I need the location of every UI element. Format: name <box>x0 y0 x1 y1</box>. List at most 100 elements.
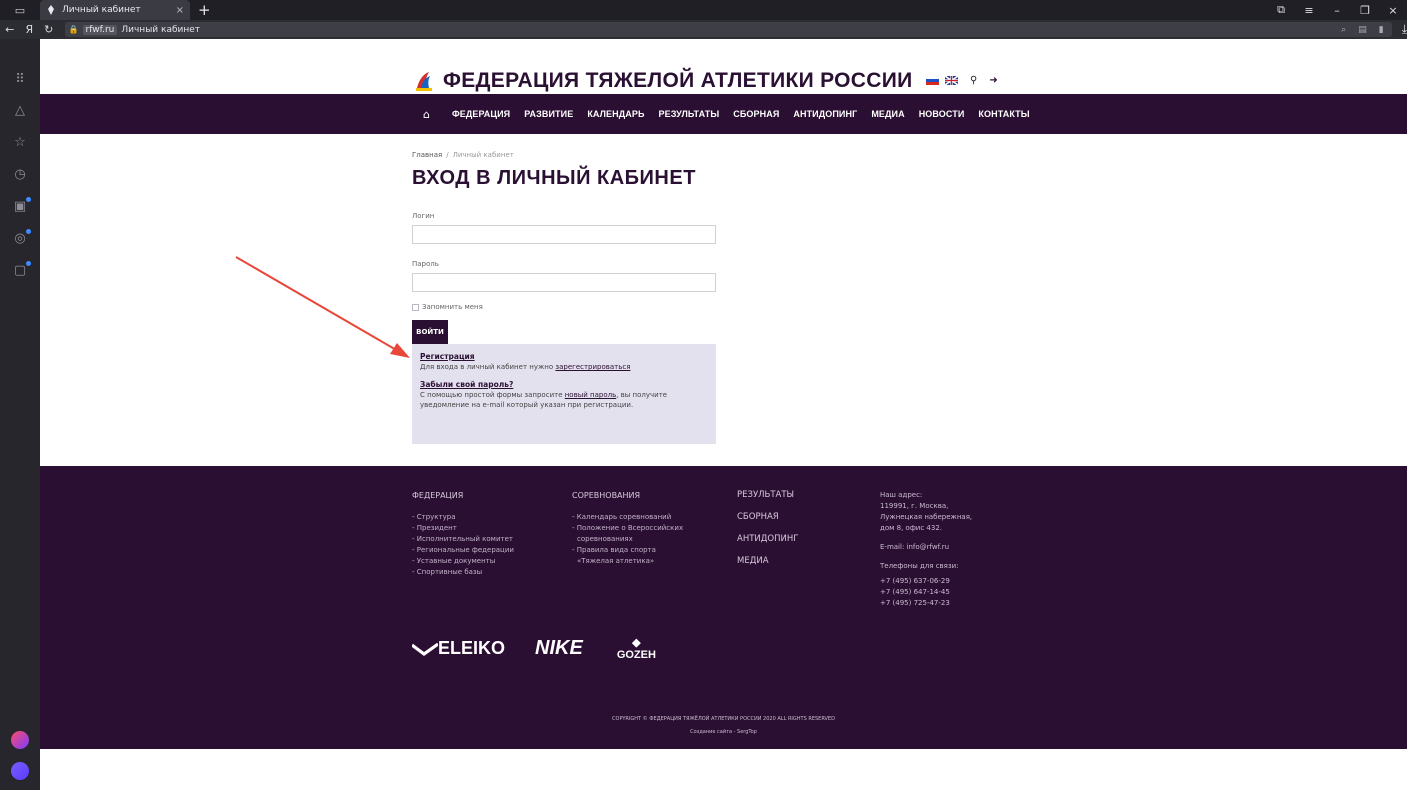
forgot-heading[interactable]: Забыли свой пароль? <box>420 380 708 389</box>
nav-item-development[interactable]: РАЗВИТИЕ <box>524 109 573 119</box>
footer-column-federation: ФЕДЕРАЦИЯ - Структура - Президент - Испо… <box>412 490 514 578</box>
home-icon[interactable]: ⌂ <box>423 108 430 121</box>
reader-mode-icon[interactable]: ▤ <box>1358 25 1367 35</box>
nav-item-contacts[interactable]: КОНТАКТЫ <box>978 109 1029 119</box>
phone-number[interactable]: +7 (495) 637-06-29 <box>880 576 972 587</box>
media-badge-icon <box>26 229 31 234</box>
password-input[interactable] <box>412 273 716 292</box>
close-window-icon[interactable]: × <box>1379 4 1407 17</box>
site-header: ФЕДЕРАЦИЯ ТЯЖЕЛОЙ АТЛЕТИКИ РОССИИ ⚲ ➜ <box>40 39 1407 94</box>
footer-link[interactable]: - Уставные документы <box>412 556 514 567</box>
footer-link[interactable]: - Правила вида спорта <box>572 545 683 556</box>
download-icon[interactable]: ⤓ <box>1402 22 1407 37</box>
gozeh-text: GOZEH <box>616 649 656 661</box>
minimize-icon[interactable]: – <box>1323 4 1351 17</box>
nav-item-team[interactable]: СБОРНАЯ <box>733 109 779 119</box>
footer-link[interactable]: - Положение о Всероссийских <box>572 523 683 534</box>
contacts-gap <box>880 534 972 542</box>
footer-link[interactable]: - Региональные федерации <box>412 545 514 556</box>
footer-link-media[interactable]: МЕДИА <box>737 556 798 567</box>
restore-icon[interactable]: ❐ <box>1351 4 1379 17</box>
footer-link[interactable]: - Спортивные базы <box>412 567 514 578</box>
footer-heading-federation[interactable]: ФЕДЕРАЦИЯ <box>412 490 514 501</box>
yandex-icon[interactable]: Я <box>20 23 40 36</box>
russian-flag-icon[interactable] <box>926 76 939 85</box>
login-input[interactable] <box>412 225 716 244</box>
register-heading[interactable]: Регистрация <box>420 352 708 361</box>
eleiko-logo[interactable]: ELEIKO <box>412 638 505 659</box>
site-footer: ФЕДЕРАЦИЯ - Структура - Президент - Испо… <box>40 466 1407 749</box>
site-credits[interactable]: Создание сайта - SergTop <box>40 729 1407 735</box>
search-icon[interactable]: ⌕ <box>1341 25 1346 35</box>
nav-item-antidoping[interactable]: АНТИДОПИНГ <box>793 109 857 119</box>
gozeh-logo[interactable]: ◆ GOZEH <box>617 636 656 661</box>
back-icon[interactable]: ← <box>0 23 20 36</box>
login-icon[interactable]: ➜ <box>989 75 997 86</box>
footer-heading-competitions[interactable]: СОРЕВНОВАНИЯ <box>572 490 683 501</box>
footer-link[interactable]: «Тяжелая атлетика» <box>572 556 683 567</box>
breadcrumb-home-link[interactable]: Главная <box>412 151 442 159</box>
reader-panel-icon[interactable]: ▢ <box>12 263 28 279</box>
notifications-icon[interactable]: △ <box>12 103 28 119</box>
new-tab-button[interactable]: + <box>198 0 211 20</box>
tab-close-icon[interactable]: × <box>176 5 184 16</box>
browser-tab[interactable]: Личный кабинет × <box>40 0 190 20</box>
menu-icon[interactable]: ≡ <box>1295 4 1323 17</box>
phone-number[interactable]: +7 (495) 647-14-45 <box>880 587 972 598</box>
website-viewport: ФЕДЕРАЦИЯ ТЯЖЕЛОЙ АТЛЕТИКИ РОССИИ ⚲ ➜ ⌂ … <box>40 39 1407 790</box>
alice-assistant-icon[interactable] <box>11 762 29 780</box>
window-controls: ⧉ ≡ – ❐ × <box>1267 0 1407 20</box>
collections-panel-icon[interactable]: ▣ <box>12 199 28 215</box>
footer-link-results[interactable]: РЕЗУЛЬТАТЫ <box>737 490 798 501</box>
address-page-title: Личный кабинет <box>121 24 201 35</box>
footer-link[interactable]: - Структура <box>412 512 514 523</box>
english-flag-icon[interactable] <box>945 76 958 85</box>
breadcrumb-current: Личный кабинет <box>452 151 514 159</box>
alice-shortcut-icon[interactable] <box>11 731 29 749</box>
reader-badge-icon <box>26 261 31 266</box>
history-icon[interactable]: ◷ <box>12 167 28 183</box>
new-password-link[interactable]: новый пароль <box>565 391 616 399</box>
footer-link[interactable]: - Президент <box>412 523 514 534</box>
footer-link[interactable]: соревнованиях <box>572 534 683 545</box>
lock-icon[interactable]: 🔒 <box>69 25 79 34</box>
phone-number[interactable]: +7 (495) 725-47-23 <box>880 598 972 609</box>
footer-link[interactable]: - Исполнительный комитет <box>412 534 514 545</box>
breadcrumb-separator: / <box>446 151 449 159</box>
breadcrumb: Главная / Личный кабинет <box>412 151 1012 159</box>
tab-title: Личный кабинет <box>62 5 141 15</box>
copyright: COPYRIGHT © ФЕДЕРАЦИЯ ТЯЖЁЛОЙ АТЛЕТИКИ Р… <box>612 716 835 722</box>
nav-item-media[interactable]: МЕДИА <box>871 109 904 119</box>
main-navigation: ⌂ ФЕДЕРАЦИЯ РАЗВИТИЕ КАЛЕНДАРЬ РЕЗУЛЬТАТ… <box>40 94 1407 134</box>
omnibox[interactable]: 🔒 rfwf.ru Личный кабинет ⌕ ▤ ▮ <box>64 22 1392 37</box>
site-logo[interactable]: ФЕДЕРАЦИЯ ТЯЖЕЛОЙ АТЛЕТИКИ РОССИИ <box>413 69 913 93</box>
remember-label: Запомнить меня <box>422 303 483 311</box>
info-box: Регистрация Для входа в личный кабинет н… <box>412 344 716 444</box>
nike-logo[interactable]: NIKE <box>535 637 583 660</box>
register-link[interactable]: зарегестрироваться <box>555 363 630 371</box>
favorites-icon[interactable]: ☆ <box>12 135 28 151</box>
login-label: Логин <box>412 212 435 220</box>
footer-link-antidoping[interactable]: АНТИДОПИНГ <box>737 534 798 545</box>
search-icon[interactable]: ⚲ <box>970 75 977 86</box>
forgot-text: С помощью простой формы запросите новый … <box>420 390 708 410</box>
collections-icon[interactable]: ⧉ <box>1267 3 1295 17</box>
nav-item-results[interactable]: РЕЗУЛЬТАТЫ <box>659 109 720 119</box>
sidebar-toggle-icon[interactable]: ▭ <box>0 0 40 20</box>
reload-icon[interactable]: ↻ <box>39 23 59 36</box>
site-title: ФЕДЕРАЦИЯ ТЯЖЕЛОЙ АТЛЕТИКИ РОССИИ <box>443 69 913 92</box>
nav-item-federation[interactable]: ФЕДЕРАЦИЯ <box>452 109 510 119</box>
nav-item-calendar[interactable]: КАЛЕНДАРЬ <box>587 109 644 119</box>
media-icon[interactable]: ◎ <box>12 231 28 247</box>
nav-item-news[interactable]: НОВОСТИ <box>919 109 965 119</box>
footer-link-team[interactable]: СБОРНАЯ <box>737 512 798 523</box>
bookmark-icon[interactable]: ▮ <box>1379 25 1384 35</box>
login-button[interactable]: ВОЙТИ <box>412 320 448 344</box>
remember-checkbox[interactable] <box>412 303 419 311</box>
footer-column-competitions: СОРЕВНОВАНИЯ - Календарь соревнований - … <box>572 490 683 567</box>
footer-link[interactable]: - Календарь соревнований <box>572 512 683 523</box>
footer-email[interactable]: E-mail: info@rfwf.ru <box>880 542 972 553</box>
contacts-gap <box>880 553 972 561</box>
remember-me[interactable]: Запомнить меня <box>412 303 1012 311</box>
apps-icon[interactable]: ⠿ <box>12 72 28 88</box>
